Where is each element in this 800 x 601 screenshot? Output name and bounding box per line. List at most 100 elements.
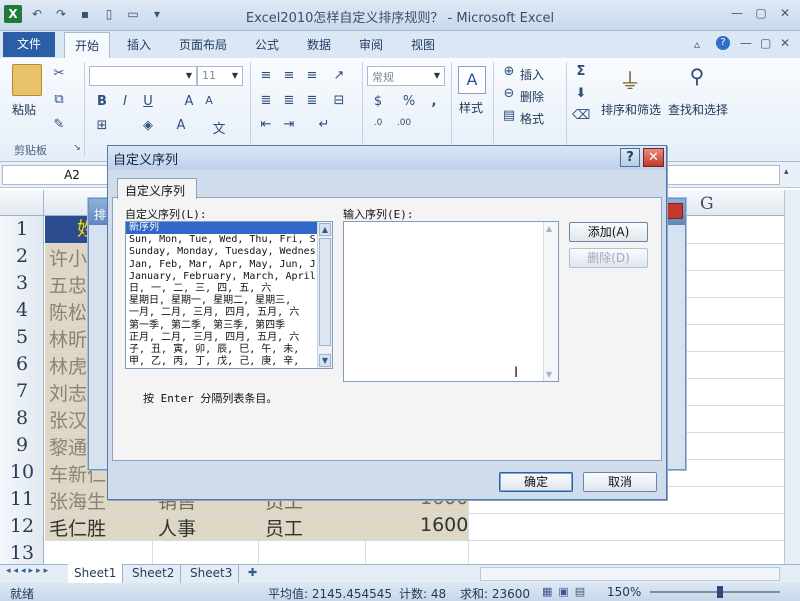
select-all-corner[interactable] [0,190,44,216]
format-cells-button[interactable]: 格式 [520,110,544,127]
name-cell[interactable]: 张汉 [49,406,87,433]
number-format-combo[interactable]: 常规 ▼ [367,66,445,86]
row-number[interactable]: 1 [0,218,44,240]
list-item[interactable]: Sunday, Monday, Tuesday, Wednes [126,246,332,258]
font-color-icon[interactable]: A [172,118,190,136]
redo-icon[interactable]: ↷ [52,5,70,23]
row-number[interactable]: 6 [0,353,44,375]
delete-cells-button[interactable]: 删除 [520,88,544,105]
input-scrollbar[interactable]: ▲ ▼ [543,222,558,381]
row-number[interactable]: 2 [0,245,44,267]
input-list-field[interactable]: ▲ ▼ I [343,221,559,382]
find-select-icon[interactable]: ⚲ [682,64,712,94]
zoom-slider[interactable] [650,591,780,593]
list-item[interactable]: 正月, 二月, 三月, 四月, 五月, 六 [126,332,332,344]
row-number[interactable]: 5 [0,326,44,348]
name-cell[interactable]: 林虎 [49,352,87,379]
minimize-icon[interactable]: — [726,6,748,24]
align-bottom-icon[interactable]: ≡ [303,68,321,86]
styles-icon[interactable]: A [458,66,486,94]
sort-dialog-close-icon[interactable] [666,203,683,219]
sort-filter-icon[interactable]: ⏚ [615,64,645,95]
name-cell[interactable]: 五忠 [49,271,87,298]
font-name-combo[interactable]: ▼ [89,66,197,86]
horizontal-scrollbar[interactable] [480,567,780,581]
view-mode-icons[interactable]: ▦▣▤ [542,585,591,598]
percent-icon[interactable]: % [400,94,418,112]
decrease-indent-icon[interactable]: ⇤ [257,117,275,135]
autosum-icon[interactable]: Σ [572,64,590,82]
maximize-icon[interactable]: ▢ [750,6,772,24]
currency-icon[interactable]: $ [369,94,387,112]
insert-cells-button[interactable]: 插入 [520,66,544,83]
row-number[interactable]: 10 [0,461,44,483]
paste-icon[interactable] [12,64,42,96]
list-item[interactable]: 甲, 乙, 丙, 丁, 戊, 己, 庚, 辛, [126,356,332,368]
underline-icon[interactable]: U [139,94,157,112]
insert-cells-icon[interactable]: ⊕ [500,64,518,82]
row-number[interactable]: 3 [0,272,44,294]
row-number[interactable]: 9 [0,434,44,456]
list-item[interactable]: January, February, March, April [126,271,332,283]
tab-home[interactable]: 开始 [64,32,111,58]
name-cell[interactable]: 刘志 [49,379,87,406]
list-scrollbar[interactable]: ▲ ▼ [317,222,332,368]
file-tab[interactable]: 文件 [3,32,55,57]
shrink-font-icon[interactable]: A [200,94,218,112]
tab-view[interactable]: 视图 [411,36,435,53]
scroll-up-icon[interactable]: ▲ [319,223,331,236]
save-icon[interactable]: ▪ [76,5,94,23]
input-scroll-up-icon[interactable]: ▲ [546,224,552,233]
row-number[interactable]: 11 [0,488,44,510]
ok-button[interactable]: 确定 [499,472,573,492]
scroll-thumb[interactable] [319,238,331,346]
cancel-button[interactable]: 取消 [583,472,657,492]
name-cell[interactable]: 陈松 [49,298,87,325]
name-cell[interactable]: 许小 [49,244,87,271]
list-item[interactable]: Sun, Mon, Tue, Wed, Thu, Fri, S [126,234,332,246]
doc-restore-icon[interactable]: ▢ [760,36,771,50]
find-select-button[interactable]: 查找和选择 [668,101,728,118]
add-button[interactable]: 添加(A) [569,222,648,242]
list-item[interactable]: 星期日, 星期一, 星期二, 星期三, [126,295,332,307]
sheet-nav-icon[interactable]: ◂◂◂▸▸▸ [6,566,51,576]
delete-button[interactable]: 删除(D) [569,248,648,268]
doc-close-icon[interactable]: ✕ [780,36,790,50]
align-middle-icon[interactable]: ≡ [280,68,298,86]
dialog-close-icon[interactable]: ✕ [643,148,664,167]
list-item[interactable]: 第一季, 第二季, 第三季, 第四季 [126,320,332,332]
dept-cell[interactable]: 人事 [158,514,196,541]
phonetic-icon[interactable]: 文 [210,118,228,137]
customize-qat-icon[interactable]: ▾ [148,5,166,23]
new-sheet-icon[interactable]: ✚ [248,566,257,579]
dialog-help-icon[interactable]: ? [620,148,640,167]
scroll-down-icon[interactable]: ▼ [319,354,331,367]
borders-icon[interactable]: ⊞ [93,118,111,136]
role-cell[interactable]: 员工 [265,514,303,541]
list-item[interactable]: 一月, 二月, 三月, 四月, 五月, 六 [126,307,332,319]
custom-list-box[interactable]: 新序列 Sun, Mon, Tue, Wed, Thu, Fri, S Sund… [125,221,333,369]
clear-icon[interactable]: ⌫ [572,108,590,126]
sheet-tab[interactable]: Sheet1 [68,564,124,583]
decrease-decimal-icon[interactable]: .00 [395,118,413,136]
tab-data[interactable]: 数据 [307,36,331,53]
input-scroll-down-icon[interactable]: ▼ [546,370,552,379]
list-item[interactable]: 子, 丑, 寅, 卯, 辰, 巳, 午, 未, [126,344,332,356]
fill-icon[interactable]: ⬇ [572,86,590,104]
sheet-tab[interactable]: Sheet2 [126,564,182,583]
name-cell[interactable]: 林昕 [49,325,87,352]
tab-insert[interactable]: 插入 [127,36,151,53]
align-center-icon[interactable]: ≣ [280,93,298,111]
bold-icon[interactable]: B [93,94,111,112]
ribbon-minimize-icon[interactable]: ▵ [694,37,700,51]
paste-button[interactable]: 粘贴 [12,101,36,118]
increase-decimal-icon[interactable]: .0 [369,118,387,136]
cut-icon[interactable]: ✂ [50,66,68,84]
tab-formulas[interactable]: 公式 [255,36,279,53]
help-icon[interactable]: ? [716,36,730,50]
open-folder-icon[interactable]: ▭ [124,5,142,23]
row-number[interactable]: 13 [0,542,44,564]
orientation-icon[interactable]: ↗ [330,68,348,86]
increase-indent-icon[interactable]: ⇥ [280,117,298,135]
format-painter-icon[interactable]: ✎ [50,117,68,135]
